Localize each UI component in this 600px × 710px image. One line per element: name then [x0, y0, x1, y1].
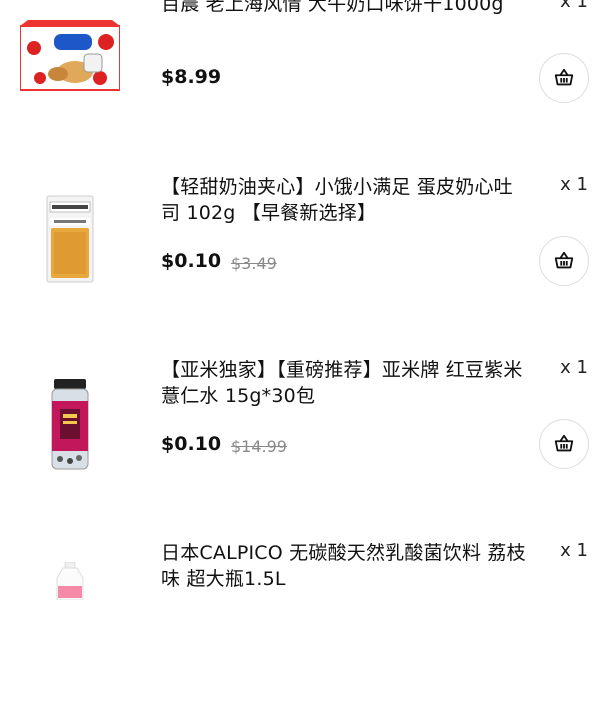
product-price: $0.10	[161, 433, 222, 455]
product-thumbnail[interactable]	[18, 194, 122, 284]
product-price: $8.99	[161, 66, 222, 88]
product-title[interactable]: 日本CALPICO 无碳酸天然乳酸菌饮料 荔枝味 超大瓶1.5L	[161, 540, 531, 592]
milk-biscuit-box-image	[20, 20, 120, 91]
quantity-label: x 1	[560, 357, 588, 378]
product-title[interactable]: 百晨 老上海风情 大牛奶口味饼干1000g	[161, 0, 531, 17]
basket-icon	[554, 434, 574, 452]
quantity-label: x 1	[560, 540, 588, 561]
quantity-label: x 1	[560, 0, 588, 12]
list-item[interactable]: 日本CALPICO 无碳酸天然乳酸菌饮料 荔枝味 超大瓶1.5L x 1	[0, 540, 600, 710]
product-price: $0.10	[161, 250, 222, 272]
list-item[interactable]: 【亚米独家】【重磅推荐】亚米牌 红豆紫米薏仁水 15g*30包 x 1 $0.1…	[0, 357, 600, 527]
red-bean-jar-image	[51, 378, 89, 469]
original-price: $14.99	[231, 437, 287, 456]
product-title[interactable]: 【轻甜奶油夹心】小饿小满足 蛋皮奶心吐司 102g 【早餐新选择】	[161, 174, 531, 226]
basket-icon	[554, 251, 574, 269]
egg-toast-pack-image	[46, 195, 94, 283]
add-to-cart-button[interactable]	[539, 53, 589, 103]
calpico-bottle-image	[56, 562, 84, 600]
add-to-cart-button[interactable]	[539, 236, 589, 286]
original-price: $3.49	[231, 254, 277, 273]
product-title[interactable]: 【亚米独家】【重磅推荐】亚米牌 红豆紫米薏仁水 15g*30包	[161, 357, 531, 409]
list-item[interactable]: 【轻甜奶油夹心】小饿小满足 蛋皮奶心吐司 102g 【早餐新选择】 x 1 $0…	[0, 174, 600, 344]
product-list: 百晨 老上海风情 大牛奶口味饼干1000g x 1 $8.99 【轻甜奶油夹心】…	[0, 0, 600, 600]
list-item[interactable]: 百晨 老上海风情 大牛奶口味饼干1000g x 1 $8.99	[0, 0, 600, 161]
quantity-label: x 1	[560, 174, 588, 195]
product-thumbnail[interactable]	[18, 562, 122, 602]
product-thumbnail[interactable]	[18, 377, 122, 472]
basket-icon	[554, 68, 574, 86]
add-to-cart-button[interactable]	[539, 419, 589, 469]
product-thumbnail[interactable]	[18, 16, 122, 96]
